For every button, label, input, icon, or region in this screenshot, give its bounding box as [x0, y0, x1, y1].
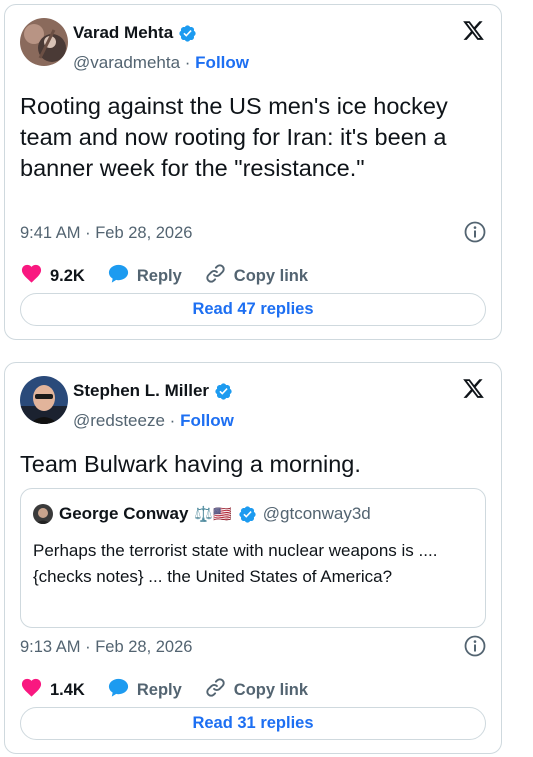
copy-link-label: Copy link	[233, 680, 309, 699]
heart-icon	[20, 262, 43, 290]
author-row: Stephen L. Miller	[73, 381, 233, 401]
reply-bubble-icon	[107, 676, 130, 704]
reply-button[interactable]: Reply	[107, 262, 182, 290]
read-replies-button[interactable]: Read 47 replies	[20, 293, 486, 326]
reply-label: Reply	[136, 266, 182, 285]
handle-row: @redsteeze · Follow	[73, 411, 234, 431]
action-bar: 9.2K Reply Copy link	[20, 262, 330, 290]
tweet-text: Team Bulwark having a morning.	[20, 451, 361, 477]
link-icon	[204, 676, 227, 704]
action-bar: 1.4K Reply Copy link	[20, 676, 330, 704]
read-replies-button[interactable]: Read 31 replies	[20, 707, 486, 740]
quoted-tweet-text: Perhaps the terrorist state with nuclear…	[33, 541, 438, 586]
separator: ·	[169, 411, 176, 430]
like-button[interactable]: 1.4K	[20, 676, 85, 704]
quoted-tweet[interactable]: George Conway ⚖️🇺🇸 @gtconway3d Perhaps t…	[20, 488, 486, 628]
quoted-author-handle: @gtconway3d	[262, 504, 371, 523]
verified-badge-icon	[214, 382, 233, 401]
like-count: 9.2K	[50, 266, 85, 285]
copy-link-label: Copy link	[233, 266, 309, 285]
quoted-author-row: George Conway ⚖️🇺🇸 @gtconway3d	[33, 504, 371, 524]
author-handle[interactable]: @redsteeze	[73, 411, 165, 430]
author-name[interactable]: Stephen L. Miller	[73, 381, 209, 401]
quoted-avatar	[33, 504, 53, 524]
info-icon[interactable]	[463, 220, 487, 244]
handle-row: @varadmehta · Follow	[73, 53, 249, 73]
info-icon[interactable]	[463, 634, 487, 658]
reply-button[interactable]: Reply	[107, 676, 182, 704]
quoted-author-name: George Conway	[59, 504, 189, 523]
author-row: Varad Mehta	[73, 23, 197, 43]
avatar[interactable]	[20, 18, 68, 66]
link-icon	[204, 262, 227, 290]
copy-link-button[interactable]: Copy link	[204, 262, 308, 290]
author-handle[interactable]: @varadmehta	[73, 53, 180, 72]
reply-bubble-icon	[107, 262, 130, 290]
like-count: 1.4K	[50, 680, 85, 699]
follow-button[interactable]: Follow	[180, 411, 234, 430]
like-button[interactable]: 9.2K	[20, 262, 85, 290]
quoted-author-emoji: ⚖️🇺🇸	[194, 506, 232, 523]
copy-link-button[interactable]: Copy link	[204, 676, 308, 704]
tweet-text: Rooting against the US men's ice hockey …	[20, 93, 448, 181]
tweet-timestamp[interactable]: 9:13 AM · Feb 28, 2026	[20, 638, 192, 657]
verified-badge-icon	[238, 505, 257, 524]
tweet-timestamp[interactable]: 9:41 AM · Feb 28, 2026	[20, 224, 192, 243]
follow-button[interactable]: Follow	[195, 53, 249, 72]
verified-badge-icon	[178, 24, 197, 43]
x-logo-icon[interactable]	[462, 377, 485, 400]
tweet-card: Stephen L. Miller @redsteeze · Follow Te…	[4, 362, 502, 754]
heart-icon	[20, 676, 43, 704]
avatar[interactable]	[20, 376, 68, 424]
reply-label: Reply	[136, 680, 182, 699]
tweet-card: Varad Mehta @varadmehta · Follow Rooting…	[4, 4, 502, 340]
author-name[interactable]: Varad Mehta	[73, 23, 173, 43]
separator: ·	[184, 53, 191, 72]
x-logo-icon[interactable]	[462, 19, 485, 42]
